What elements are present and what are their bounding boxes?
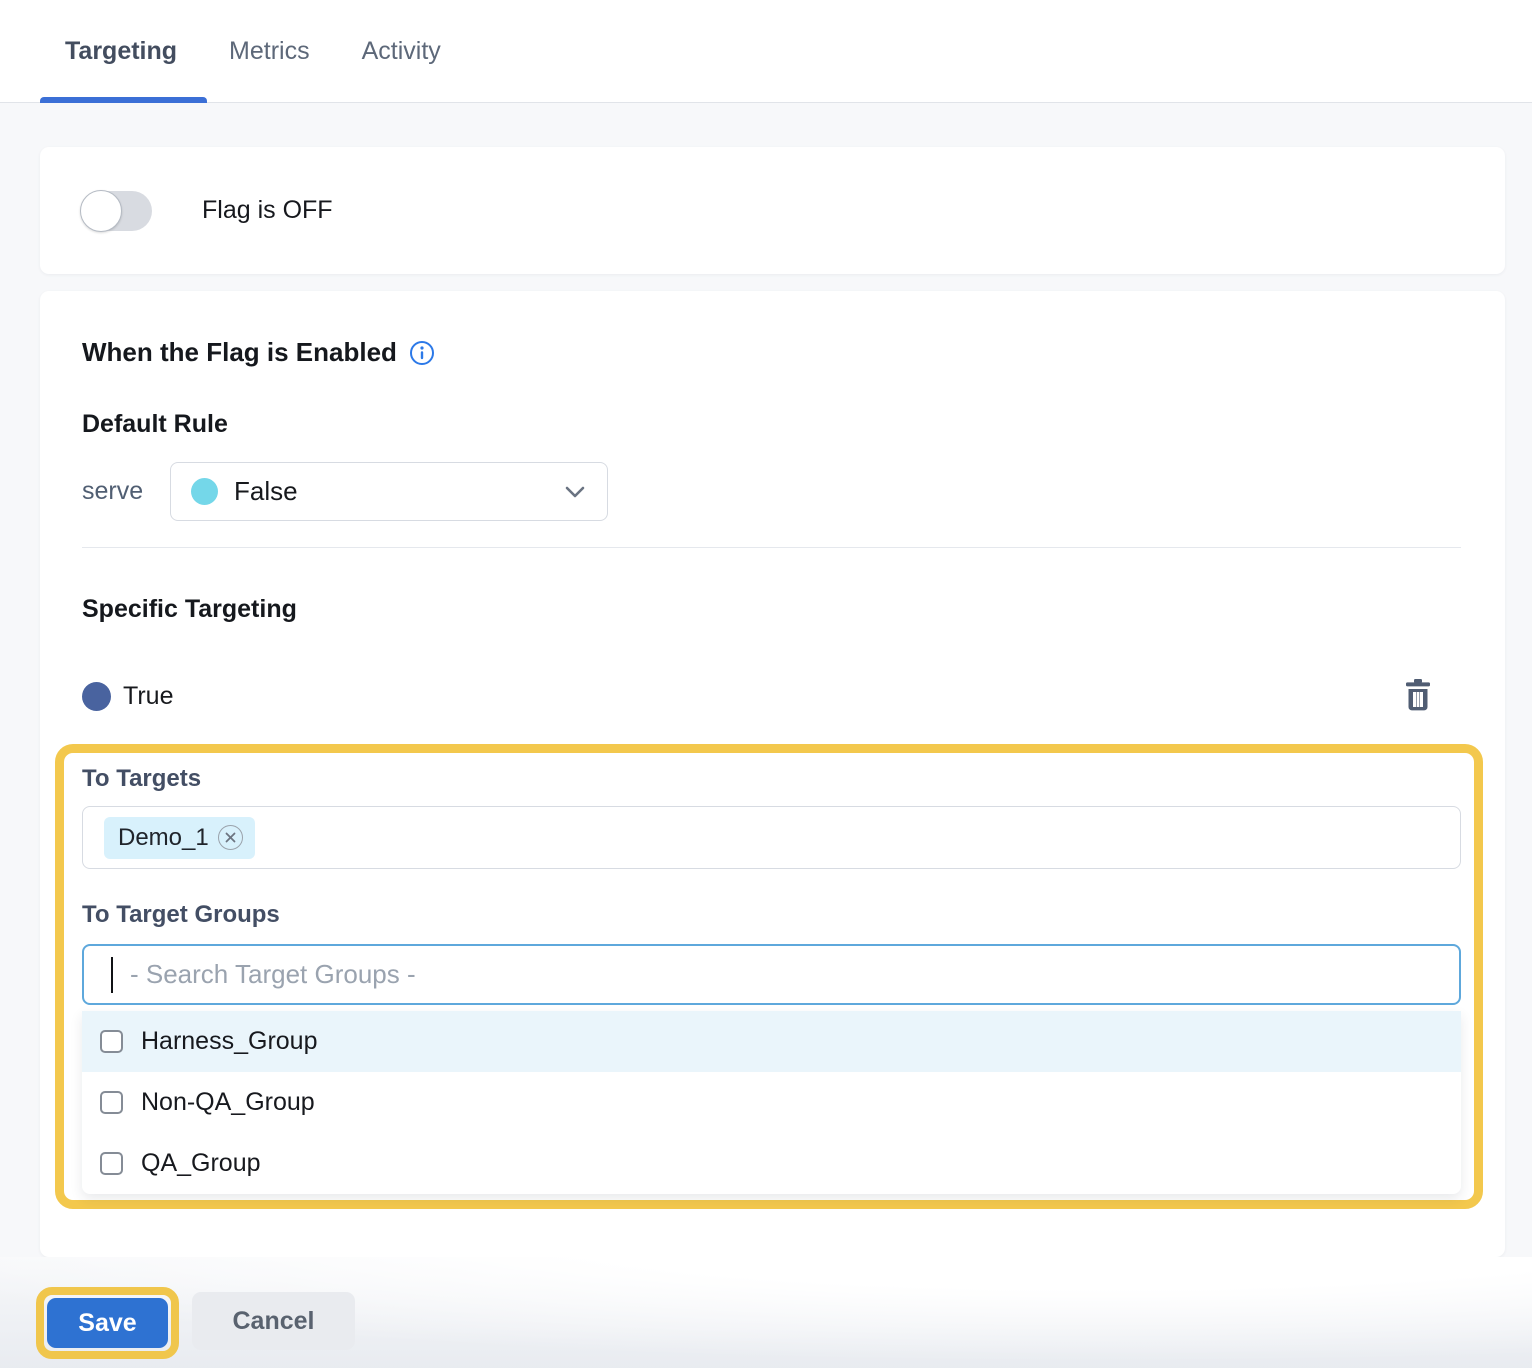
toggle-knob — [80, 190, 122, 232]
target-groups-dropdown: Harness_Group Non-QA_Group QA_Group — [82, 1011, 1461, 1194]
action-footer: Save Cancel — [0, 1257, 1532, 1368]
annotation-highlight-save: Save — [36, 1287, 179, 1359]
when-flag-enabled-title: When the Flag is Enabled — [82, 337, 397, 368]
target-group-option[interactable]: Non-QA_Group — [82, 1072, 1461, 1133]
default-variation-select[interactable]: False — [170, 462, 608, 521]
variation-false-dot — [191, 478, 218, 505]
target-groups-search-input[interactable] — [82, 944, 1461, 1005]
remove-target-icon[interactable] — [218, 825, 243, 850]
targets-input[interactable]: Demo_1 — [82, 806, 1461, 869]
info-icon[interactable] — [409, 340, 435, 366]
variation-true-dot — [82, 682, 111, 711]
save-button[interactable]: Save — [47, 1298, 168, 1348]
flag-toggle[interactable] — [82, 191, 152, 231]
checkbox[interactable] — [100, 1030, 123, 1053]
to-targets-label: To Targets — [82, 765, 1461, 793]
target-chip: Demo_1 — [104, 817, 255, 859]
true-variation-row: True — [82, 679, 1461, 713]
target-group-option[interactable]: Harness_Group — [82, 1011, 1461, 1072]
default-rule-heading: Default Rule — [82, 410, 1461, 439]
page-body: Flag is OFF When the Flag is Enabled Def… — [0, 103, 1532, 1257]
targeting-rules-card: When the Flag is Enabled Default Rule se… — [40, 291, 1505, 1257]
tab-bar: Targeting Metrics Activity — [0, 0, 1532, 103]
checkbox[interactable] — [100, 1091, 123, 1114]
target-groups-search-wrap — [82, 944, 1461, 1005]
delete-rule-button[interactable] — [1403, 679, 1433, 713]
tab-metrics[interactable]: Metrics — [229, 37, 310, 66]
checkbox[interactable] — [100, 1152, 123, 1175]
text-caret — [111, 957, 113, 993]
cancel-button[interactable]: Cancel — [192, 1292, 355, 1350]
annotation-highlight-box: To Targets Demo_1 To Target Groups — [55, 744, 1483, 1209]
specific-targeting-heading: Specific Targeting — [82, 595, 1461, 624]
flag-state-card: Flag is OFF — [40, 147, 1505, 274]
tab-targeting[interactable]: Targeting — [65, 37, 177, 66]
flag-state-label: Flag is OFF — [202, 196, 333, 225]
to-target-groups-label: To Target Groups — [82, 901, 1461, 929]
serve-label: serve — [82, 477, 170, 506]
target-group-option[interactable]: QA_Group — [82, 1133, 1461, 1194]
target-group-option-label: Harness_Group — [141, 1027, 317, 1056]
section-title-row: When the Flag is Enabled — [82, 337, 1461, 368]
variation-true-label: True — [123, 682, 173, 711]
tab-activity[interactable]: Activity — [362, 37, 441, 66]
chevron-down-icon — [563, 484, 587, 500]
default-variation-value: False — [234, 476, 563, 507]
serve-row: serve False — [82, 462, 1461, 521]
target-chip-label: Demo_1 — [118, 824, 209, 852]
section-divider — [82, 547, 1461, 548]
target-group-option-label: Non-QA_Group — [141, 1088, 315, 1117]
active-tab-underline — [40, 97, 207, 103]
target-group-option-label: QA_Group — [141, 1149, 261, 1178]
